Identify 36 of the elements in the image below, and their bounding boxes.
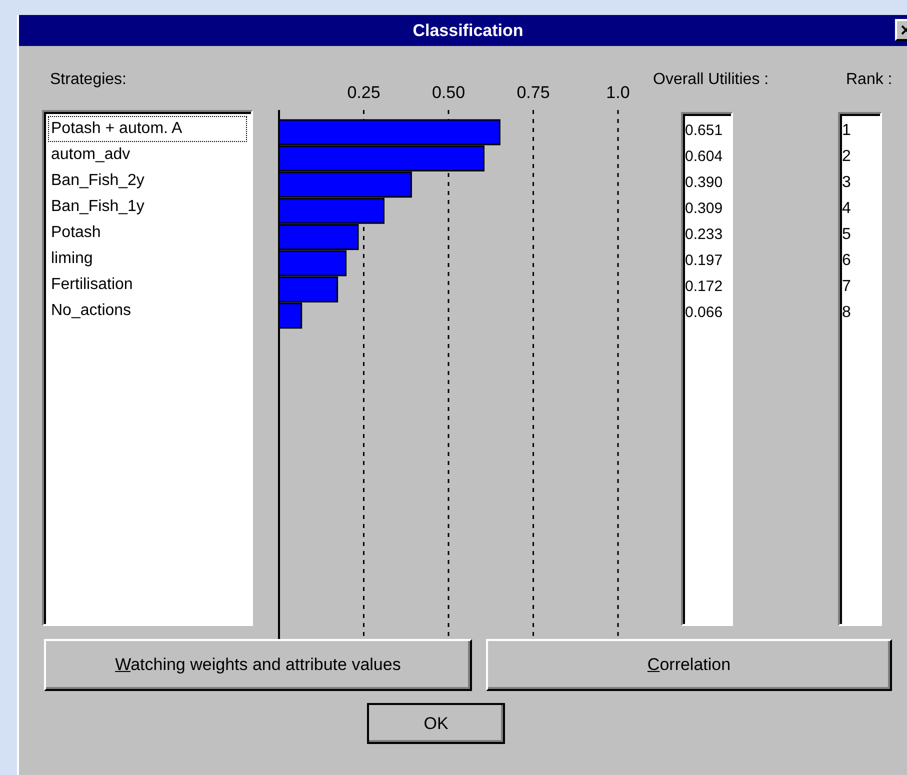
utility-value: 0.390: [685, 173, 724, 193]
list-item[interactable]: Potash + autom. A: [48, 116, 247, 142]
tick-label: 0.50: [432, 83, 466, 102]
list-item[interactable]: Ban_Fish_1y: [48, 194, 247, 220]
utility-value: 0.651: [685, 121, 724, 141]
rank-value: 1: [842, 121, 852, 141]
utilities-label: Overall Utilities :: [653, 70, 770, 90]
strategies-list[interactable]: Potash + autom. A autom_adv Ban_Fish_2y Ban_Fish_1y Potash liming Fertilisation No_actions: [42, 110, 253, 626]
utility-value: 0.233: [685, 225, 724, 245]
rank-value: 2: [842, 147, 852, 167]
window-title: Classification: [412, 20, 524, 42]
utility-value: 0.066: [685, 303, 724, 323]
button[interactable]: Watching weights and attribute values: [44, 639, 472, 691]
list-item[interactable]: Potash: [48, 220, 247, 246]
rank-value: 7: [842, 277, 852, 297]
utility-value: 0.309: [685, 199, 724, 219]
list-item[interactable]: liming: [48, 246, 247, 272]
tick-label: 1.0: [606, 83, 630, 102]
tick-label: 0.75: [516, 83, 550, 102]
list-item[interactable]: No_actions: [48, 298, 247, 324]
list-item[interactable]: autom_adv: [48, 142, 247, 168]
rank-value: 8: [842, 303, 852, 323]
button[interactable]: Correlation: [486, 639, 892, 691]
strategies-label: Strategies:: [50, 70, 128, 90]
bar: [278, 250, 347, 276]
rank-value: 6: [842, 251, 852, 271]
tick-label: 0.25: [347, 83, 380, 102]
utility-value: 0.172: [685, 277, 724, 297]
rank-value: 5: [842, 225, 852, 245]
button[interactable]: OK: [367, 703, 505, 744]
list-item[interactable]: Ban_Fish_2y: [48, 168, 247, 194]
list-item[interactable]: Fertilisation: [48, 272, 247, 298]
utility-value: 0.604: [685, 147, 724, 167]
utility-value: 0.197: [685, 251, 724, 271]
rank-value: 3: [842, 173, 852, 193]
rank-value: 4: [842, 199, 852, 219]
